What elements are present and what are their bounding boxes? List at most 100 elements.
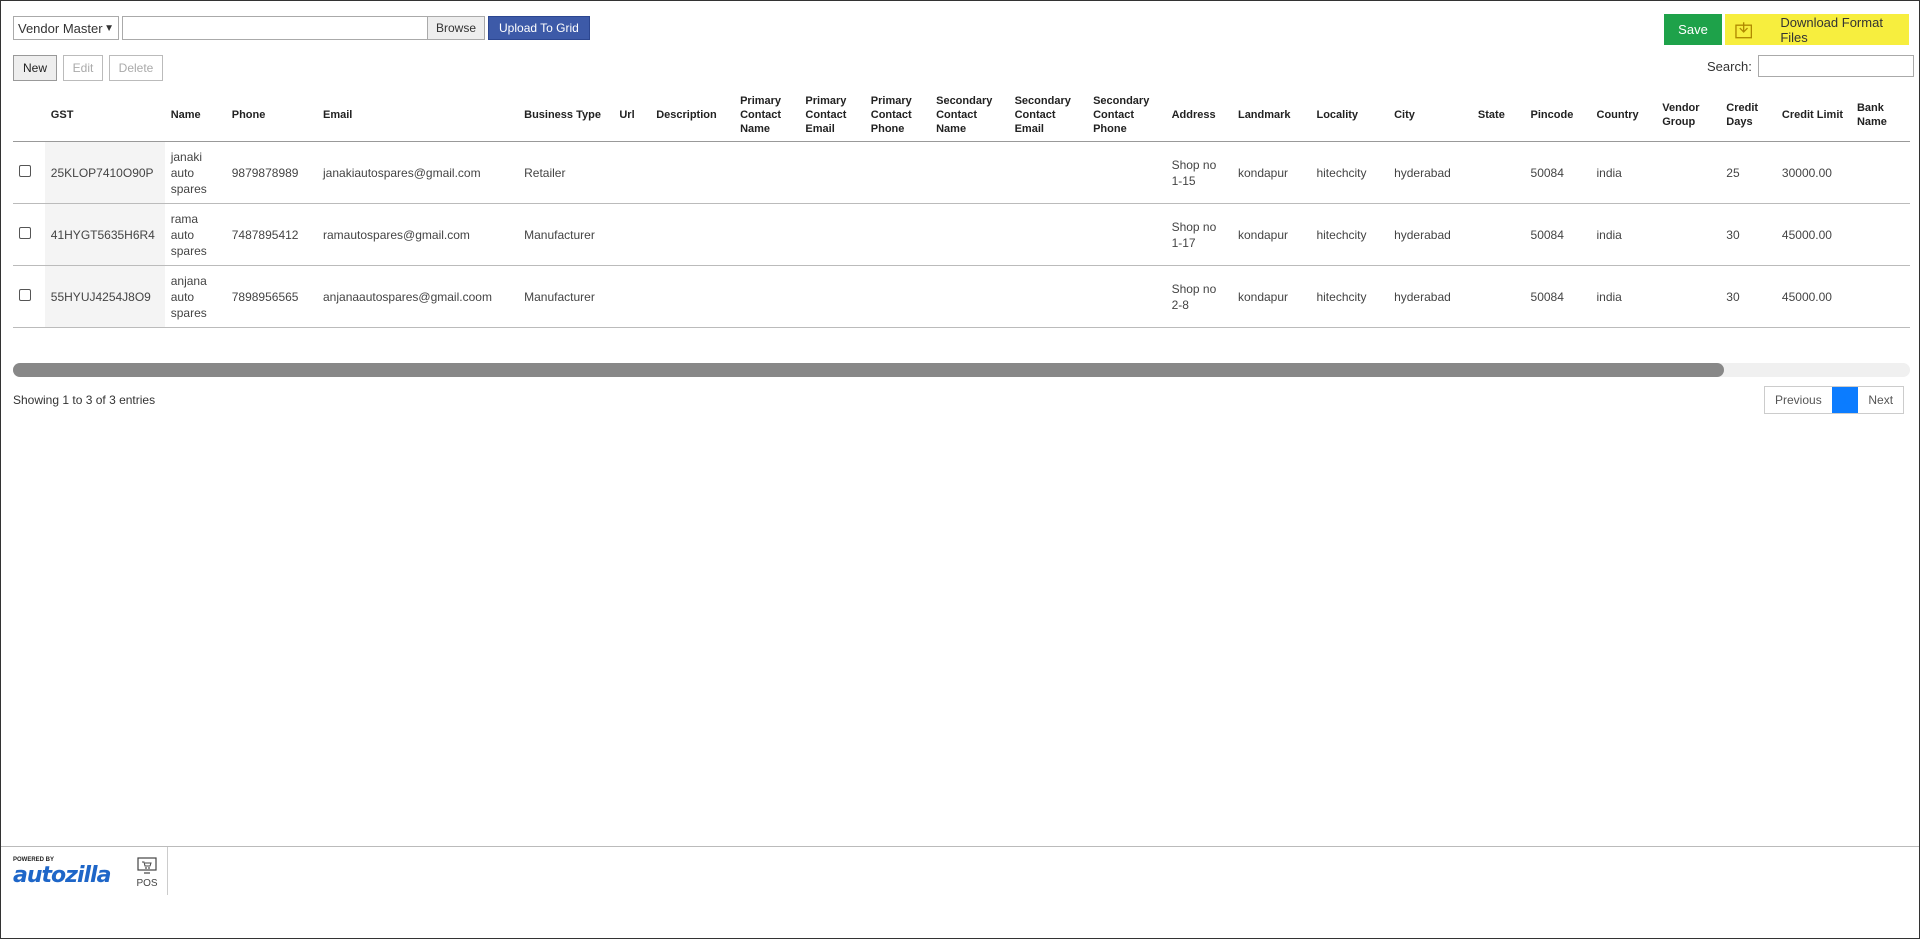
- column-header[interactable]: Secondary Contact Phone: [1087, 89, 1166, 142]
- column-header[interactable]: State: [1471, 89, 1525, 142]
- delete-button[interactable]: Delete: [109, 55, 163, 81]
- column-header[interactable]: Address: [1165, 89, 1232, 142]
- column-header[interactable]: GST: [44, 89, 165, 142]
- table-cell: [799, 265, 865, 328]
- table-cell: hyderabad: [1388, 203, 1472, 266]
- table-cell: anjana auto spares: [164, 265, 226, 328]
- browse-button[interactable]: Browse: [428, 16, 486, 40]
- table-cell: 41HYGT5635H6R4: [44, 203, 165, 266]
- search-input[interactable]: [1757, 55, 1914, 77]
- search-label: Search:: [1707, 58, 1752, 74]
- page-1-button[interactable]: 1: [1831, 387, 1859, 413]
- scrollbar-thumb[interactable]: [13, 363, 1724, 377]
- chevron-down-icon: ▼: [104, 22, 114, 34]
- table-cell: kondapur: [1231, 203, 1311, 266]
- table-cell: Manufacturer: [518, 203, 614, 266]
- column-header[interactable]: Country: [1590, 89, 1657, 142]
- column-header[interactable]: Pincode: [1524, 89, 1591, 142]
- download-icon: [1735, 21, 1753, 38]
- previous-page-button[interactable]: Previous: [1765, 387, 1832, 413]
- table-cell: Manufacturer: [518, 265, 614, 328]
- table-cell: rama auto spares: [164, 203, 226, 266]
- column-header[interactable]: Locality: [1310, 89, 1389, 142]
- new-button[interactable]: New: [13, 55, 57, 81]
- table-cell: 9879878989: [225, 141, 317, 204]
- table-cell: kondapur: [1231, 141, 1311, 204]
- table-cell: anjanaautospares@gmail.coom: [317, 265, 519, 328]
- table-cell: [613, 141, 651, 204]
- table-cell: [734, 141, 800, 204]
- download-format-files-button[interactable]: Download Format Files: [1725, 14, 1909, 45]
- column-header[interactable]: Email: [317, 89, 519, 142]
- table-row[interactable]: 25KLOP7410O90P janaki auto spares 98798789…: [13, 141, 1910, 204]
- table-cell: [1656, 141, 1721, 204]
- column-header[interactable]: Primary Contact Phone: [864, 89, 931, 142]
- table-cell: [650, 203, 735, 266]
- footer-divider: [167, 847, 168, 895]
- table-cell: hyderabad: [1388, 141, 1472, 204]
- row-checkbox[interactable]: [19, 164, 31, 177]
- column-header[interactable]: Secondary Contact Email: [1008, 89, 1088, 142]
- column-header[interactable]: Primary Contact Name: [734, 89, 800, 142]
- file-path-input[interactable]: [122, 16, 428, 40]
- column-header[interactable]: Description: [650, 89, 735, 142]
- table-cell: 45000.00: [1775, 203, 1851, 266]
- autozilla-logo: POWERED BY autozilla: [13, 857, 111, 888]
- table-cell: [1850, 203, 1910, 266]
- pos-label: POS: [136, 878, 158, 889]
- column-header[interactable]: Landmark: [1231, 89, 1311, 142]
- save-button[interactable]: Save: [1664, 14, 1722, 45]
- upload-toolbar: Vendor Master ▼ Browse Upload To Grid: [13, 15, 590, 41]
- table-cell: [1087, 203, 1166, 266]
- column-header[interactable]: Credit Limit: [1775, 89, 1851, 142]
- table-cell: [1656, 265, 1721, 328]
- table-cell: hitechcity: [1310, 203, 1389, 266]
- column-header[interactable]: Vendor Group: [1656, 89, 1721, 142]
- upload-to-grid-button[interactable]: Upload To Grid: [488, 16, 590, 40]
- column-header[interactable]: Primary Contact Email: [799, 89, 865, 142]
- search-box: Search:: [1707, 55, 1914, 77]
- column-header[interactable]: City: [1388, 89, 1472, 142]
- table-cell: 55HYUJ4254J8O9: [44, 265, 165, 328]
- table-cell: janaki auto spares: [164, 141, 226, 204]
- column-header[interactable]: Business Type: [518, 89, 614, 142]
- table-cell: [1008, 141, 1088, 204]
- pagination: Previous 1 Next: [1764, 386, 1905, 414]
- table-cell: Shop no 1-15: [1165, 141, 1232, 204]
- column-header[interactable]: Bank Name: [1850, 89, 1910, 142]
- pos-link[interactable]: POS: [127, 857, 167, 889]
- column-header[interactable]: Phone: [225, 89, 317, 142]
- table-cell: Shop no 1-17: [1165, 203, 1232, 266]
- column-header: [13, 89, 45, 142]
- table-cell: Shop no 2-8: [1165, 265, 1232, 328]
- table-cell: [930, 203, 1009, 266]
- table-cell: 45000.00: [1775, 265, 1851, 328]
- table-cell: janakiautospares@gmail.com: [317, 141, 519, 204]
- next-page-button[interactable]: Next: [1858, 387, 1903, 413]
- table-cell: [799, 203, 865, 266]
- table-cell: [930, 141, 1009, 204]
- column-header[interactable]: Url: [613, 89, 651, 142]
- table-row[interactable]: 41HYGT5635H6R4 rama auto spares 7487895412…: [13, 203, 1910, 266]
- table-cell: [1471, 265, 1525, 328]
- row-select-cell: [13, 203, 45, 266]
- master-select[interactable]: Vendor Master ▼: [13, 16, 119, 40]
- horizontal-scrollbar[interactable]: [13, 363, 1910, 377]
- column-header[interactable]: Credit Days: [1720, 89, 1776, 142]
- table-cell: 50084: [1524, 203, 1591, 266]
- row-checkbox[interactable]: [19, 226, 31, 239]
- table-cell: india: [1590, 265, 1657, 328]
- table-cell: [1087, 265, 1166, 328]
- table-cell: hyderabad: [1388, 265, 1472, 328]
- table-cell: hitechcity: [1310, 265, 1389, 328]
- column-header[interactable]: Name: [164, 89, 226, 142]
- pos-icon: [137, 857, 157, 874]
- table-row[interactable]: 55HYUJ4254J8O9 anjana auto spares 78989565…: [13, 265, 1910, 328]
- table-cell: [1850, 265, 1910, 328]
- row-checkbox[interactable]: [19, 288, 31, 301]
- table-cell: ramautospares@gmail.com: [317, 203, 519, 266]
- table-cell: [613, 265, 651, 328]
- edit-button[interactable]: Edit: [63, 55, 103, 81]
- column-header[interactable]: Secondary Contact Name: [930, 89, 1009, 142]
- crud-buttons: New Edit Delete: [13, 55, 163, 81]
